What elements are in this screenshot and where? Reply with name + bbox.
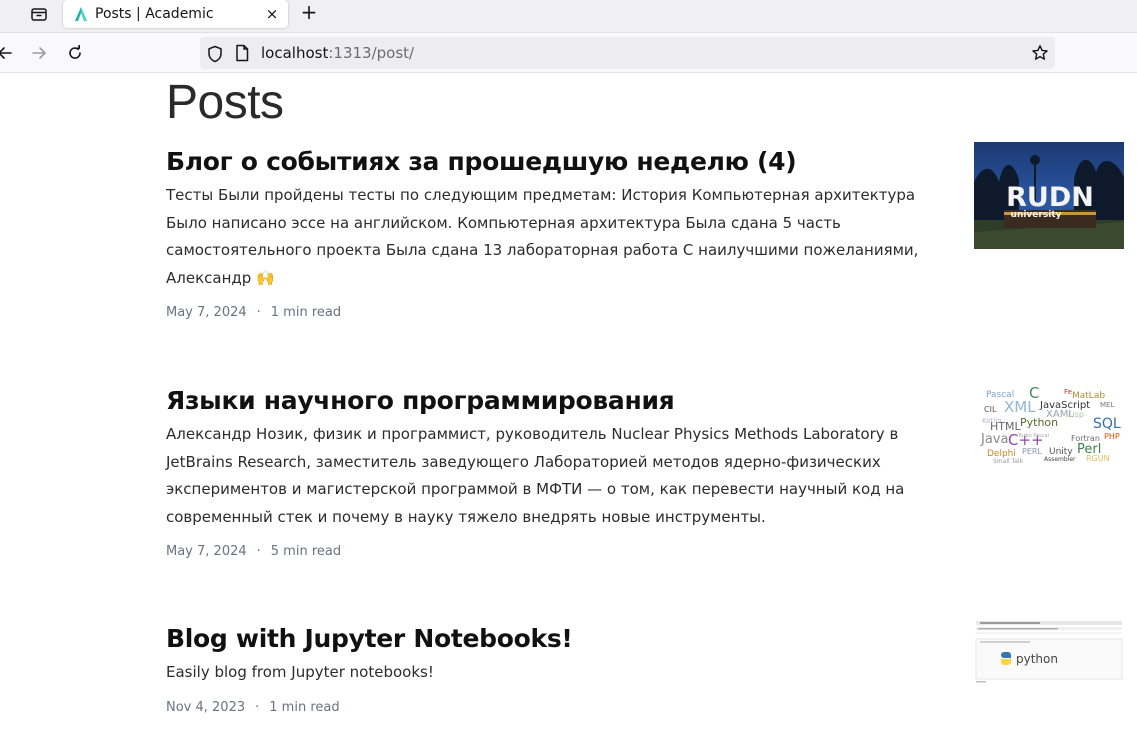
wordcloud-word: Java — [980, 432, 1008, 447]
wordcloud-word: RGUN — [1086, 454, 1110, 463]
tab-close-icon[interactable]: × — [262, 4, 282, 24]
page-title: Posts — [166, 76, 284, 129]
wordcloud-word: PERL — [1022, 447, 1042, 456]
url-text[interactable]: localhost:1313/post/ — [261, 44, 414, 62]
academic-favicon-icon — [73, 6, 89, 22]
url-host: localhost — [261, 44, 329, 62]
rudn-logo-text: RUDN — [1006, 182, 1094, 213]
address-bar[interactable]: localhost:1313/post/ — [200, 37, 1055, 69]
tracking-shield-icon[interactable] — [206, 45, 224, 63]
post-date: May 7, 2024 — [166, 305, 247, 321]
back-arrow-icon[interactable] — [0, 42, 16, 64]
wordcloud-word: Assembler — [1044, 456, 1076, 463]
wordcloud-word: PHP — [1104, 432, 1120, 441]
wordcloud-word: Small Talk — [993, 458, 1024, 465]
post-reading-time: 1 min read — [270, 305, 342, 321]
wordcloud-word: XML — [1004, 398, 1036, 416]
page-content: Posts Блог о событиях за прошедшую недел… — [0, 73, 1137, 744]
wordcloud-word: SQL — [1093, 416, 1121, 432]
post-meta: May 7, 2024 · 1 min read — [166, 305, 1126, 320]
reload-icon[interactable] — [64, 42, 86, 64]
post-item: Языки научного программирования Александ… — [166, 383, 1126, 559]
post-summary: Тесты Были пройдены тесты по следующим п… — [166, 186, 919, 287]
browser-tab-bar: Posts | Academic × + — [0, 0, 1137, 33]
tab-list-icon[interactable] — [28, 3, 50, 25]
rudn-logo-subtext: university — [1011, 210, 1062, 220]
post-meta: May 7, 2024 · 5 min read — [166, 544, 1126, 559]
python-logo-text: python — [1016, 652, 1058, 666]
wordcloud-word: Python — [1020, 416, 1058, 429]
post-meta: Nov 4, 2023 · 1 min read — [166, 700, 1126, 715]
wordcloud-word: MEL — [1100, 401, 1114, 409]
page-icon[interactable] — [234, 44, 250, 62]
browser-nav-bar: localhost:1313/post/ — [0, 33, 1137, 73]
post-thumbnail-jupyter[interactable]: python — [974, 619, 1124, 687]
new-tab-button[interactable]: + — [297, 0, 321, 24]
post-item: Блог о событиях за прошедшую неделю (4) … — [166, 142, 1126, 320]
wordcloud-word: CIL — [984, 405, 997, 414]
wordcloud-word: Lisp — [1068, 410, 1084, 419]
tab-title: Posts | Academic — [95, 6, 214, 22]
meta-separator: · — [255, 699, 260, 715]
browser-tab-active[interactable]: Posts | Academic × — [63, 0, 288, 28]
url-path: :1313/post/ — [328, 44, 415, 62]
post-thumbnail-wordcloud[interactable]: Pascal C Fe MatLab CIL XML JavaScript MEL Kotlin… — [974, 383, 1124, 465]
bookmark-star-icon[interactable] — [1031, 44, 1049, 62]
post-item: Blog with Jupyter Notebooks! Easily blog… — [166, 619, 1126, 715]
programming-languages-wordcloud: Pascal C Fe MatLabCIL XML JavaScript MELKotlin… — [980, 384, 1121, 465]
post-thumbnail-rudn[interactable]: RUDN university — [974, 142, 1124, 249]
wordcloud-word: Turbo Pascal — [1017, 433, 1049, 439]
wordcloud-word: Fe — [1064, 388, 1072, 396]
post-reading-time: 1 min read — [269, 699, 340, 715]
post-summary: Александр Нозик, физик и программист, ру… — [166, 425, 905, 526]
meta-separator: · — [256, 544, 261, 560]
post-date: May 7, 2024 — [166, 544, 247, 560]
post-reading-time: 5 min read — [270, 544, 342, 560]
meta-separator: · — [256, 305, 261, 321]
post-date: Nov 4, 2023 — [166, 699, 246, 715]
forward-arrow-icon[interactable] — [28, 42, 50, 64]
post-summary: Easily blog from Jupyter notebooks! — [166, 663, 434, 681]
